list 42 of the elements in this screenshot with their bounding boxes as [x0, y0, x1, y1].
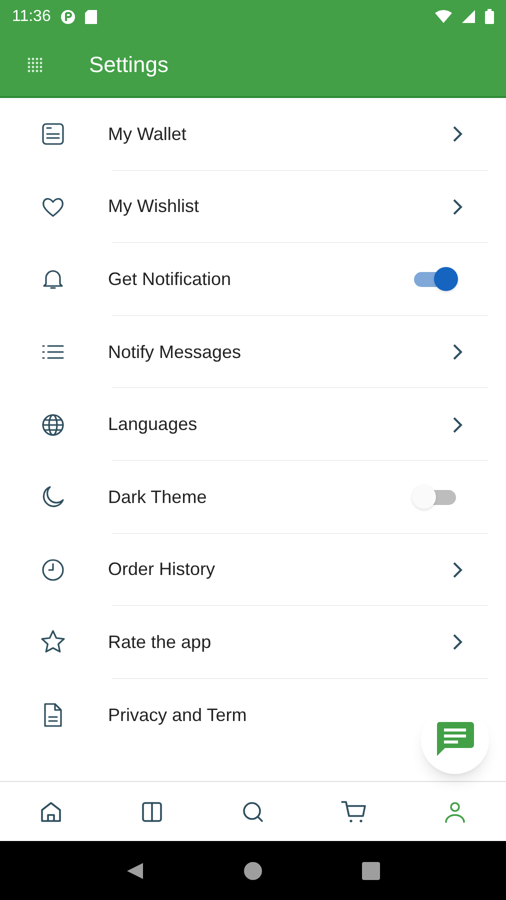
message-icon	[436, 722, 474, 758]
status-time: 11:36	[12, 6, 51, 26]
star-icon	[40, 629, 66, 656]
chevron-icon	[452, 633, 464, 652]
chevron-icon	[452, 416, 464, 434]
chevron-icon	[452, 343, 464, 362]
wifi-icon	[435, 10, 452, 23]
toggle-switch[interactable]	[412, 484, 458, 510]
settings-row[interactable]: Order History	[0, 534, 506, 606]
wallet-icon	[40, 121, 66, 148]
back-icon[interactable]	[126, 862, 144, 880]
row-label: Rate the app	[108, 630, 212, 654]
home-icon[interactable]	[244, 862, 262, 880]
settings-row[interactable]: Rate the app	[0, 606, 506, 679]
toggle-switch[interactable]	[412, 266, 458, 292]
row-label: Dark Theme	[108, 486, 208, 509]
settings-row[interactable]: Privacy and Term	[0, 678, 506, 752]
row-label: My Wallet	[108, 122, 188, 146]
row-label: Notify Messages	[108, 340, 242, 364]
app-notification-icon	[60, 10, 75, 24]
globe-icon	[40, 412, 66, 438]
row-label: Get Notification	[108, 268, 232, 291]
clock-icon	[40, 556, 66, 583]
chevron-icon	[452, 560, 464, 579]
battery-icon	[485, 9, 494, 24]
chevron-icon	[452, 198, 464, 216]
row-label: My Wishlist	[108, 195, 200, 218]
sd-card-icon	[84, 10, 97, 24]
recents-icon[interactable]	[362, 862, 380, 880]
settings-row[interactable]: My Wishlist	[0, 170, 506, 244]
settings-row[interactable]: Notify Messages	[0, 316, 506, 388]
settings-row[interactable]: Languages	[0, 388, 506, 461]
signal-icon	[462, 10, 475, 23]
chevron-icon	[452, 125, 464, 144]
settings-row[interactable]: My Wallet	[0, 98, 506, 171]
settings-row[interactable]: Dark Theme	[0, 460, 506, 534]
settings-row[interactable]: Get Notification	[0, 243, 506, 316]
screen-title: Settings	[89, 51, 168, 79]
row-label: Order History	[108, 558, 216, 582]
row-label: Languages	[108, 413, 198, 436]
cart-icon[interactable]	[341, 798, 368, 824]
row-label: Privacy and Term	[108, 704, 248, 727]
